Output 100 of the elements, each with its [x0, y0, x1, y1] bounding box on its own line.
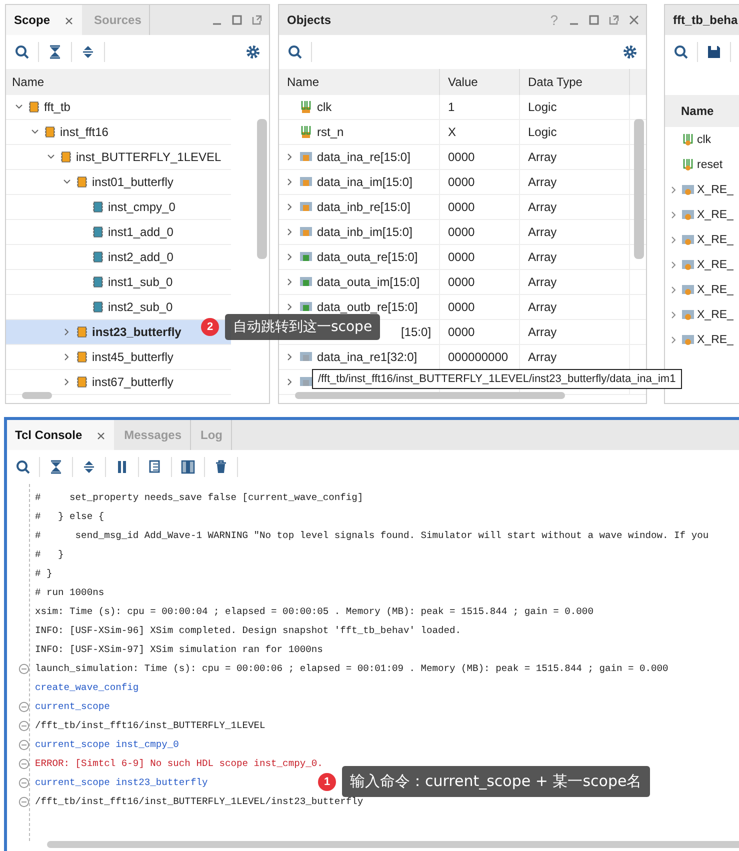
signal-name: X_RE_ [697, 208, 734, 220]
annotation-tooltip: 输入命令：current_scope + 某一scope名 [342, 766, 650, 797]
horizontal-scrollbar[interactable] [47, 841, 739, 848]
signal-name: X_RE_ [697, 284, 734, 296]
close-icon[interactable] [96, 430, 106, 441]
data-type: Array [528, 350, 557, 364]
fold-icon[interactable] [18, 776, 30, 788]
signal-name: X_RE_ [697, 184, 734, 196]
copy-icon[interactable] [147, 459, 163, 475]
fold-icon[interactable] [18, 720, 30, 732]
annotation-tooltip: 自动跳转到这一scope [225, 314, 380, 340]
tree-item-label: fft_tb [44, 100, 70, 114]
signal-value: 0000 [448, 325, 475, 339]
collapse-all-icon[interactable] [48, 459, 64, 475]
console-line: launch_simulation: Time (s): cpu = 00:00:06 ; elapsed = 00:01:09 . Memory (MB): peak = 1515.844 ; gain = 0.000 [35, 663, 668, 674]
fold-icon[interactable] [18, 738, 30, 750]
fold-icon[interactable] [18, 700, 30, 712]
bus-icon [681, 208, 695, 222]
bus-icon [681, 282, 695, 296]
data-type: Logic [528, 100, 557, 114]
signal-name: X_RE_ [697, 334, 734, 346]
tree-item[interactable]: inst45_butterfly [6, 345, 231, 370]
fold-icon[interactable] [18, 758, 30, 770]
module-icon [92, 226, 104, 238]
signal-name: data_outb_re[15:0] [317, 300, 418, 314]
signal-name: data_ina_re1[32:0] [317, 350, 418, 364]
tree-item[interactable]: fft_tb [6, 95, 231, 120]
console-line: # } else { [35, 511, 104, 522]
signal-name: data_ina_im[15:0] [317, 175, 412, 189]
settings-icon[interactable] [622, 44, 638, 60]
module-icon [28, 101, 40, 113]
expand-all-icon[interactable] [81, 459, 97, 475]
horizontal-scrollbar[interactable] [295, 392, 565, 399]
signal-name: X_RE_ [697, 258, 734, 270]
tree-item[interactable]: inst2_add_0 [6, 245, 231, 270]
console-line: INFO: [USF-XSim-96] XSim completed. Design snapshot 'fft_tb_behav' loaded. [35, 625, 462, 636]
tree-item-label: inst1_sub_0 [108, 275, 173, 289]
float-icon[interactable] [251, 14, 263, 26]
collapse-all-icon[interactable] [47, 44, 63, 60]
search-icon[interactable] [673, 44, 689, 60]
maximize-icon[interactable] [588, 14, 600, 26]
delete-icon[interactable] [213, 459, 229, 475]
signal-value: 0000 [448, 275, 475, 289]
fold-icon[interactable] [18, 662, 30, 674]
column-header[interactable]: Data Type [520, 69, 630, 95]
tree-item-label: inst01_butterfly [92, 175, 174, 189]
bus-icon [681, 258, 695, 272]
console-line: xsim: Time (s): cpu = 00:00:04 ; elapsed = 00:00:05 . Memory (MB): peak = 1515.844 ; gain = 0.000 [35, 606, 594, 617]
panel-tab[interactable]: Scope [6, 5, 82, 35]
panel-title: Objects [286, 13, 332, 27]
signal-name: data_outa_re[15:0] [317, 250, 418, 264]
tree-item-label: inst45_butterfly [92, 350, 174, 364]
signal-name: data_ina_re[15:0] [317, 150, 410, 164]
fold-icon[interactable] [18, 796, 30, 808]
signal-name: data_outa_im[15:0] [317, 275, 420, 289]
close-icon[interactable] [64, 16, 74, 26]
close-icon[interactable] [628, 14, 640, 26]
tree-item[interactable]: inst1_sub_0 [6, 270, 231, 295]
columns-icon[interactable] [180, 459, 196, 475]
bus-icon [299, 200, 313, 214]
signal-icon [299, 100, 313, 114]
column-header[interactable]: Value [440, 69, 520, 95]
bus-icon [681, 308, 695, 322]
bus-icon [681, 232, 695, 246]
column-header[interactable]: Name [279, 69, 440, 95]
tree-item-label: inst23_butterfly [92, 325, 182, 339]
search-icon[interactable] [14, 44, 30, 60]
console-line: # } [35, 549, 64, 560]
vertical-scrollbar[interactable] [257, 119, 267, 259]
vertical-scrollbar[interactable] [634, 119, 644, 259]
horizontal-scrollbar[interactable] [22, 392, 52, 399]
expand-all-icon[interactable] [80, 44, 96, 60]
tree-item-label: inst_BUTTERFLY_1LEVEL [76, 150, 222, 164]
tree-item[interactable]: inst_BUTTERFLY_1LEVEL [6, 145, 231, 170]
float-icon[interactable] [608, 14, 620, 26]
search-icon[interactable] [287, 44, 303, 60]
signal-value: 0000 [448, 250, 475, 264]
bus-icon [299, 350, 313, 364]
module-icon [60, 151, 72, 163]
maximize-icon[interactable] [231, 14, 243, 26]
signal-name: [15:0] [401, 325, 432, 339]
search-icon[interactable] [15, 459, 31, 475]
data-type: Array [528, 150, 557, 164]
data-type: Array [528, 175, 557, 189]
save-icon[interactable] [706, 44, 722, 60]
tree-item[interactable]: inst_fft16 [6, 120, 231, 145]
column-header[interactable]: Name [6, 75, 44, 89]
signal-value: 0000 [448, 150, 475, 164]
tree-item[interactable]: inst1_add_0 [6, 220, 231, 245]
signal-name: clk [317, 100, 332, 114]
signal-icon [681, 158, 695, 172]
panel-tab[interactable]: Tcl Console [7, 420, 114, 450]
console-line: # set_property needs_save false [current_wave_config] [35, 492, 364, 503]
settings-icon[interactable] [245, 44, 261, 60]
bus-icon [681, 332, 695, 346]
signal-value: 0000 [448, 200, 475, 214]
console-line: # send_msg_id Add_Wave-1 WARNING "No top level signals found. Simulator will start without a wave window. If you [35, 530, 709, 541]
tree-item[interactable]: inst_cmpy_0 [6, 195, 231, 220]
tree-item-label: inst_cmpy_0 [108, 200, 176, 214]
tree-item[interactable]: inst01_butterfly [6, 170, 231, 195]
